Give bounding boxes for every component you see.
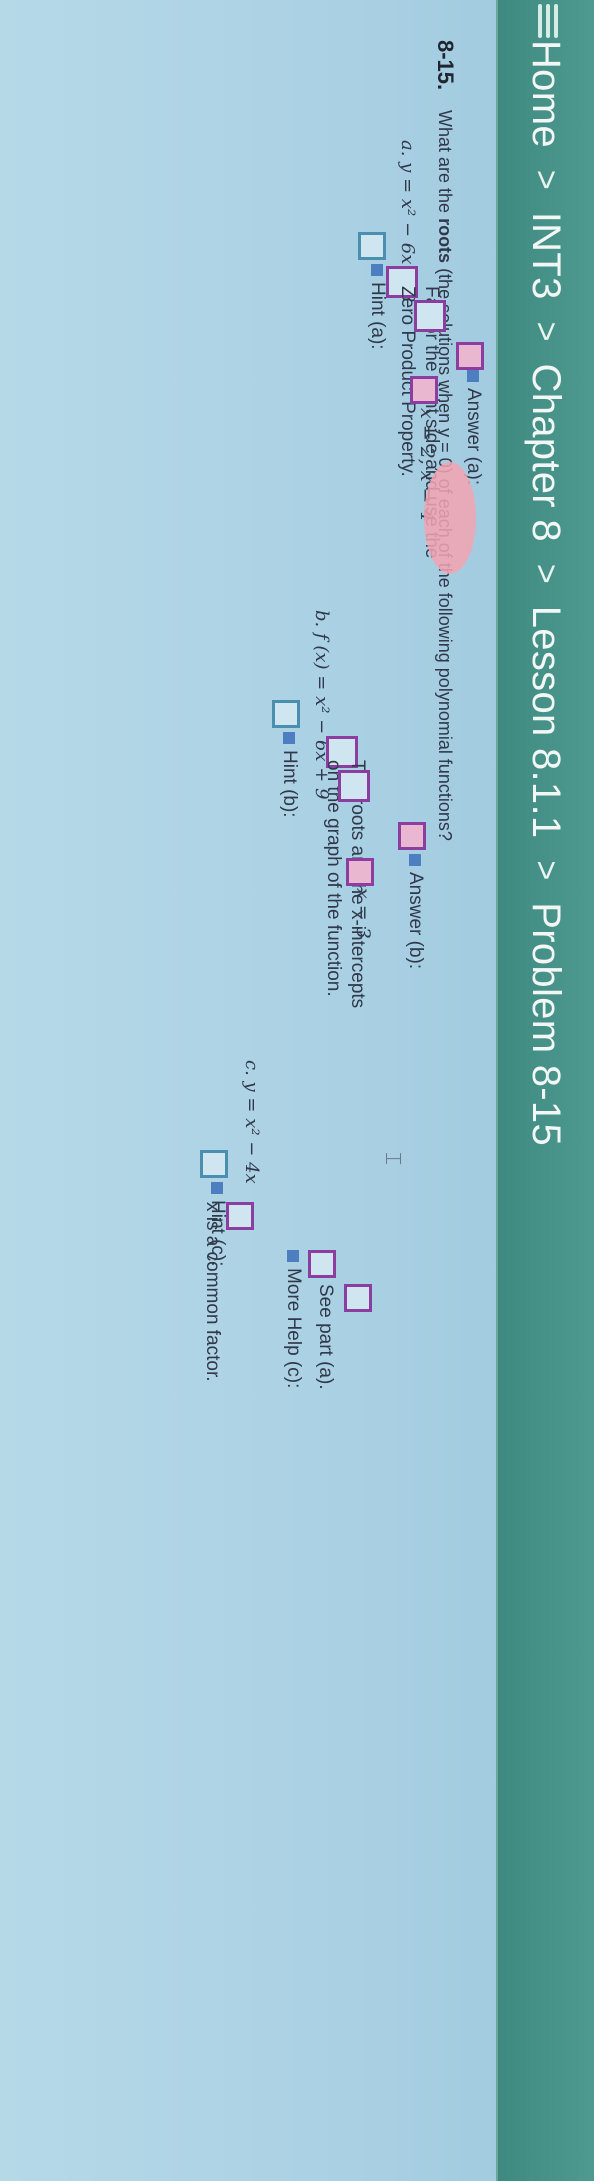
check-icon xyxy=(467,370,480,382)
answer-b-toggle[interactable]: Answer (b): xyxy=(404,854,426,969)
more-c-checkbox[interactable] xyxy=(308,1250,336,1278)
hint-a-checkbox[interactable] xyxy=(358,232,386,260)
nav-bar: Home > INT3 > Chapter 8 > Lesson 8.1.1 >… xyxy=(496,0,594,2181)
check-icon xyxy=(211,1182,224,1194)
more-c-label: More Help (c): xyxy=(283,1268,304,1389)
breadcrumb-course[interactable]: INT3 xyxy=(524,212,569,300)
check-icon xyxy=(287,1250,300,1262)
answer-b-label: Answer (b): xyxy=(405,872,426,970)
breadcrumb-lesson[interactable]: Lesson 8.1.1 xyxy=(524,606,569,839)
chevron-right-icon: > xyxy=(527,563,566,584)
prompt-text: What are the xyxy=(435,110,455,219)
chevron-right-icon: > xyxy=(527,169,566,190)
hint-b-checkbox[interactable] xyxy=(272,700,300,728)
breadcrumb-chapter[interactable]: Chapter 8 xyxy=(524,364,569,542)
breadcrumb-home[interactable]: Home xyxy=(524,40,569,148)
rotated-page: Home > INT3 > Chapter 8 > Lesson 8.1.1 >… xyxy=(0,0,594,2181)
answer-a-toggle[interactable]: Answer (a): xyxy=(462,370,484,485)
hint-a-icon-2 xyxy=(414,300,446,332)
answer-a-label: Answer (a): xyxy=(463,388,484,486)
hint-a-toggle[interactable]: Hint (a): xyxy=(366,264,388,350)
screen: Home > INT3 > Chapter 8 > Lesson 8.1.1 >… xyxy=(0,0,594,2181)
more-c-text: See part (a). xyxy=(315,1284,336,1390)
cursor-icon: ⌶ xyxy=(381,1152,406,1166)
chevron-right-icon: > xyxy=(527,860,566,881)
prompt-keyword: roots xyxy=(435,218,455,264)
problem-number: 8-15. xyxy=(433,40,458,91)
check-icon xyxy=(371,264,384,276)
hint-c-checkbox[interactable] xyxy=(200,1150,228,1178)
check-icon xyxy=(409,854,422,866)
answer-b-text: x = 3 xyxy=(352,888,374,939)
hint-b-icon-2 xyxy=(338,770,370,802)
hint-b-toggle[interactable]: Hint (b): xyxy=(278,732,300,818)
answer-b-icon xyxy=(346,858,374,886)
answer-b-checkbox[interactable] xyxy=(398,822,426,850)
more-c-toggle[interactable]: More Help (c): xyxy=(282,1250,304,1388)
highlight-mark xyxy=(424,462,476,574)
menu-icon[interactable] xyxy=(532,4,562,38)
answer-a-checkbox[interactable] xyxy=(456,342,484,370)
breadcrumb-problem[interactable]: Problem 8-15 xyxy=(524,902,569,1146)
breadcrumb: Home > INT3 > Chapter 8 > Lesson 8.1.1 >… xyxy=(518,40,574,1146)
hint-c-text: x is a common factor. xyxy=(202,1202,223,1382)
part-c-label: c. y = x² − 4x xyxy=(241,1060,262,1184)
hint-a-label: Hint (a): xyxy=(367,282,388,350)
more-c-icon xyxy=(344,1284,372,1312)
chevron-right-icon: > xyxy=(527,321,566,342)
hint-b-label: Hint (b): xyxy=(279,750,300,818)
answer-a-icon xyxy=(410,376,438,404)
check-icon xyxy=(283,732,296,744)
hint-c-icon xyxy=(226,1202,254,1230)
